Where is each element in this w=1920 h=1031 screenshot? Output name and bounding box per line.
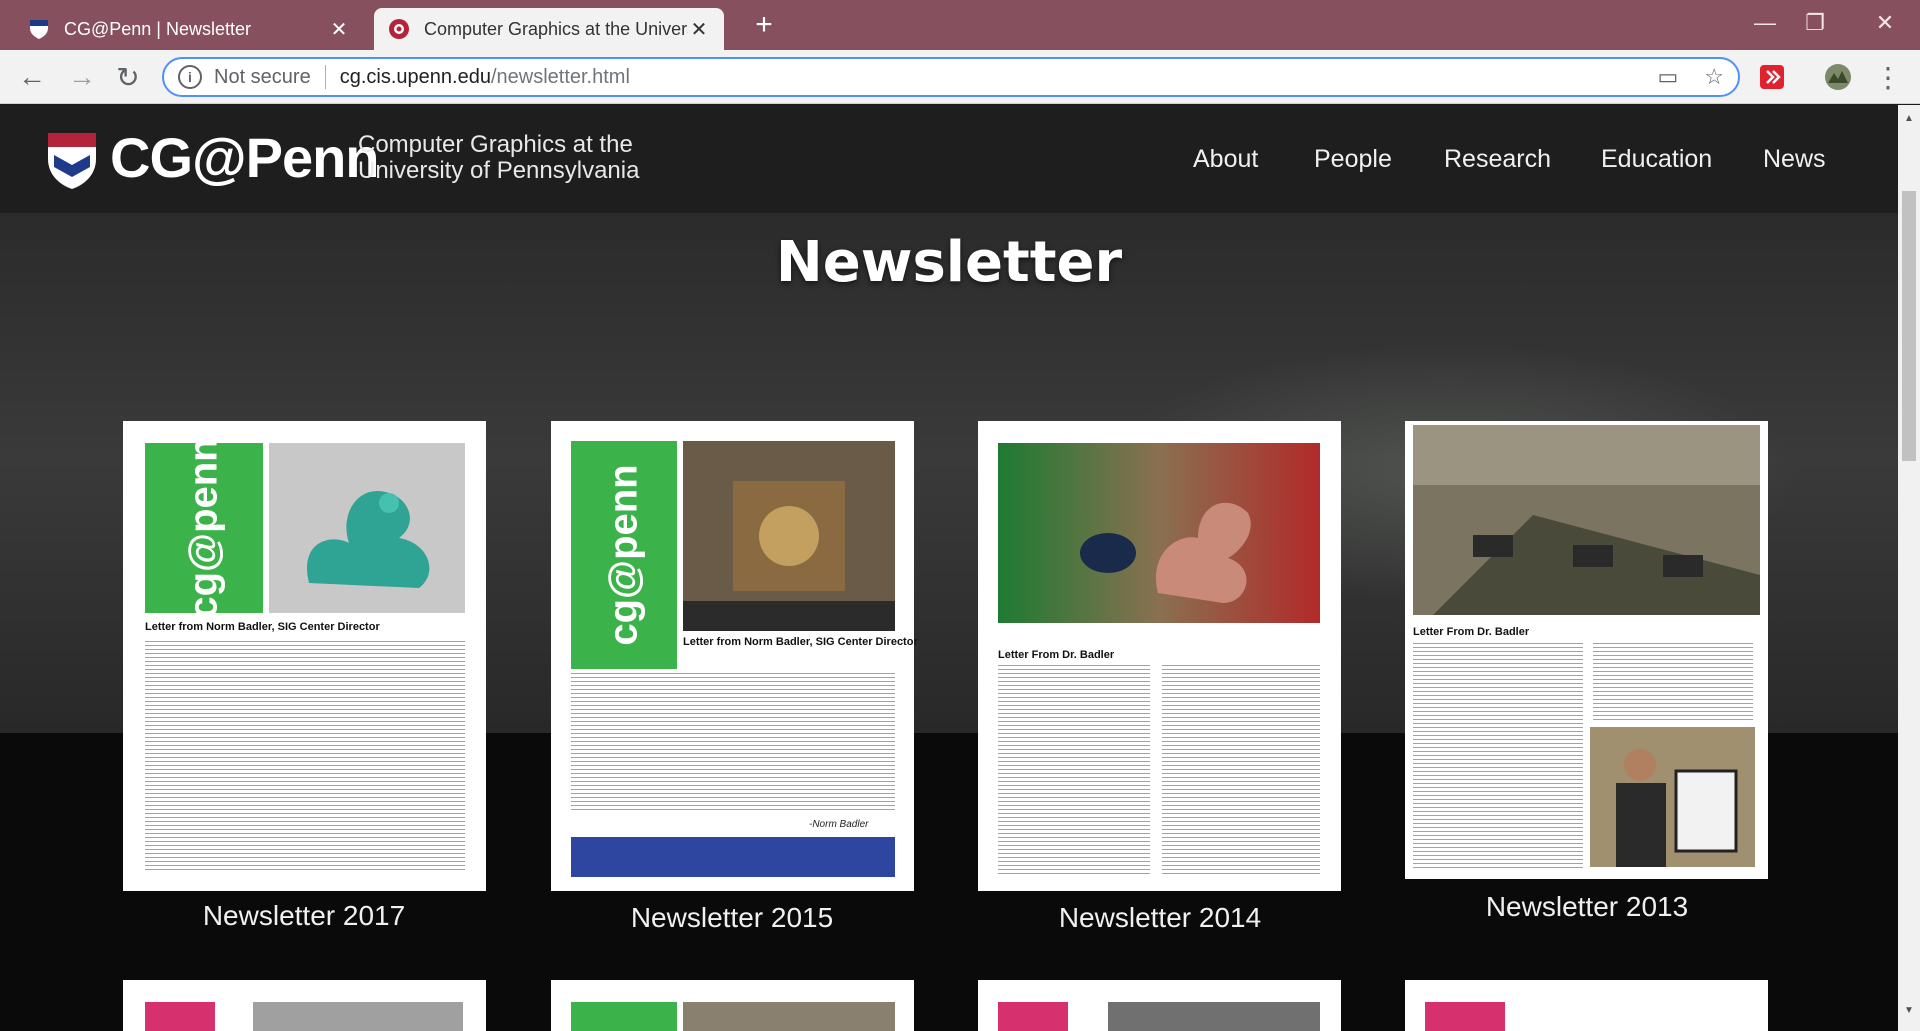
nav-about[interactable]: About [1193, 145, 1258, 174]
scrollbar-thumb[interactable] [1902, 191, 1916, 461]
close-icon[interactable]: ✕ [688, 17, 710, 42]
newsletter-card-row2-4[interactable] [1405, 980, 1768, 1031]
menu-kebab-icon[interactable]: ⋮ [1870, 59, 1906, 95]
newsletter-card-2013[interactable]: Letter From Dr. Badler [1405, 421, 1768, 879]
browser-tab-newsletter[interactable]: CG@Penn | Newsletter ✕ [14, 8, 364, 50]
site-favicon-icon [389, 19, 409, 39]
lab-photo-image [1413, 425, 1760, 615]
cover-body-text-right [1593, 643, 1753, 723]
cover-brand-panel: cg@penn [571, 441, 677, 669]
cover-image [1108, 1002, 1320, 1031]
cover-body-text [571, 673, 895, 813]
security-label: Not secure [214, 65, 311, 88]
cover-heading: Letter From Dr. Badler [1413, 626, 1530, 638]
newsletter-caption-2015[interactable]: Newsletter 2015 [532, 902, 932, 934]
newsletter-card-2014[interactable]: Letter From Dr. Badler [978, 421, 1341, 891]
logo-subtitle-line2: University of Pennsylvania [358, 157, 640, 184]
cover-brand-panel [998, 1002, 1068, 1031]
restore-icon[interactable]: ❐ [1790, 6, 1840, 40]
page-viewport: CG@Penn Computer Graphics at the Univers… [0, 105, 1898, 1031]
newsletter-caption-2013[interactable]: Newsletter 2013 [1387, 891, 1787, 923]
newsletter-card-row2-1[interactable] [123, 980, 486, 1031]
newsletter-caption-2014[interactable]: Newsletter 2014 [960, 902, 1360, 934]
bookmark-star-icon[interactable]: ☆ [1704, 64, 1724, 90]
back-arrow-icon[interactable]: ← [14, 59, 50, 95]
penn-shield-logo-icon[interactable] [46, 131, 98, 191]
cover-heading: Letter from Norm Badler, SIG Center Dire… [683, 636, 918, 648]
glass-dragon-render-image [998, 443, 1320, 623]
tab-title: Computer Graphics at the University of P… [424, 18, 688, 39]
award-photo-image [1590, 727, 1755, 867]
newsletter-card-row2-3[interactable] [978, 980, 1341, 1031]
info-icon[interactable]: i [178, 65, 202, 89]
minimize-icon[interactable]: — [1740, 6, 1790, 40]
cover-body-text-left [998, 665, 1150, 875]
browser-titlebar: CG@Penn | Newsletter ✕ Computer Graphics… [0, 0, 1920, 50]
close-icon[interactable]: ✕ [328, 17, 350, 42]
cover-signature: -Norm Badler [809, 819, 869, 830]
cover-brand-panel [1425, 1002, 1505, 1031]
address-bar[interactable]: i Not secure cg.cis.upenn.edu /newslette… [162, 57, 1740, 97]
nav-research[interactable]: Research [1444, 145, 1551, 174]
newsletter-card-2015[interactable]: cg@penn Letter from Norm Badler, SIG Cen… [551, 421, 918, 891]
cover-body-text-left [1413, 643, 1583, 869]
newsletter-card-2017[interactable]: cg@penn Letter from Norm Badler, SIG Cen… [123, 421, 486, 891]
mailing-list-banner [571, 837, 895, 877]
site-logo-subtitle: Computer Graphics at the University of P… [358, 132, 639, 184]
cover-brand-text: cg@penn [181, 437, 226, 619]
page-title: Newsletter [775, 230, 1123, 295]
cover-brand-panel [145, 1002, 215, 1031]
reload-icon[interactable]: ↻ [110, 59, 146, 95]
cover-image [683, 1002, 895, 1031]
tab-title: CG@Penn | Newsletter [64, 18, 252, 39]
nav-news[interactable]: News [1763, 145, 1826, 174]
new-tab-button[interactable]: + [744, 8, 784, 41]
window-close-icon[interactable]: ✕ [1860, 6, 1910, 40]
penn-shield-icon [30, 20, 48, 39]
scroll-down-arrow-icon[interactable]: ▼ [1903, 1005, 1915, 1016]
cover-image [253, 1002, 463, 1031]
newsletter-card-row2-2[interactable] [551, 980, 914, 1031]
cover-brand-text: cg@penn [601, 464, 646, 646]
logo-subtitle-line1: Computer Graphics at the [358, 131, 633, 158]
cover-brand-panel: cg@penn [145, 437, 263, 619]
cover-brand-panel [571, 1002, 677, 1031]
dragon-sculpture-image [269, 443, 465, 613]
extension-icon[interactable] [1758, 63, 1786, 91]
cover-body-text-right [1162, 665, 1320, 875]
site-logo-text[interactable]: CG@Penn [110, 125, 380, 190]
profile-avatar-icon[interactable] [1824, 63, 1852, 91]
page-scrollbar[interactable]: ▲ ▼ [1898, 105, 1920, 1031]
browser-toolbar: ← → ↻ i Not secure cg.cis.upenn.edu /new… [0, 50, 1920, 104]
site-header: CG@Penn Computer Graphics at the Univers… [0, 105, 1898, 213]
cast-icon[interactable]: ▭ [1657, 64, 1678, 90]
scroll-up-arrow-icon[interactable]: ▲ [1903, 113, 1915, 124]
browser-tab-cg[interactable]: Computer Graphics at the University of P… [374, 8, 724, 50]
cover-body-text [145, 641, 465, 871]
orrery-image [683, 441, 895, 631]
cover-heading: Letter From Dr. Badler [998, 649, 1115, 661]
newsletter-caption-2017[interactable]: Newsletter 2017 [104, 900, 504, 932]
forward-arrow-icon[interactable]: → [64, 59, 100, 95]
url-path: /newsletter.html [490, 65, 630, 88]
divider [324, 65, 326, 89]
nav-education[interactable]: Education [1601, 145, 1712, 174]
cover-heading: Letter from Norm Badler, SIG Center Dire… [145, 621, 380, 633]
url-host: cg.cis.upenn.edu [339, 65, 491, 88]
nav-people[interactable]: People [1314, 145, 1392, 174]
